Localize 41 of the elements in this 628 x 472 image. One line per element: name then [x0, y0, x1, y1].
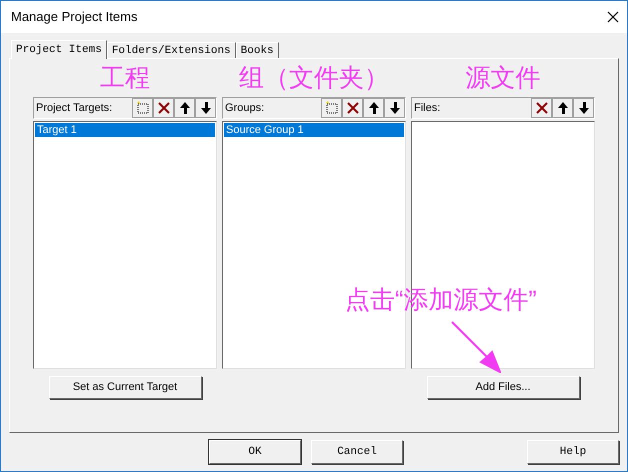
action-button[interactable]: Set as Current Target — [48, 376, 202, 398]
dialog-button[interactable]: Help — [527, 440, 619, 464]
arrow-up-icon — [556, 101, 568, 115]
action-button[interactable]: Add Files... — [426, 376, 580, 398]
toolbar-button[interactable] — [132, 98, 153, 118]
annotation-label: 源文件 — [466, 66, 540, 90]
list-label: Project Targets: — [36, 100, 112, 116]
annotation-label: 组（文件夹） — [239, 66, 389, 90]
window-title: Manage Project Items — [11, 8, 138, 26]
toolbar-button[interactable] — [384, 98, 405, 118]
toolbar-button[interactable] — [195, 98, 216, 118]
arrow-down-icon — [578, 101, 590, 115]
delete-icon — [534, 101, 548, 115]
dialog-button[interactable]: Cancel — [311, 440, 403, 464]
toolbar-button[interactable] — [174, 98, 195, 118]
tab[interactable]: Project Items — [11, 40, 107, 59]
arrow-down-icon — [388, 101, 400, 115]
toolbar-button[interactable] — [153, 98, 174, 118]
annotation-label: 工程 — [100, 66, 150, 90]
close-icon[interactable] — [607, 11, 619, 23]
list-item[interactable]: Source Group 1 — [224, 123, 404, 137]
arrow-down-icon — [200, 101, 212, 115]
toolbar-button[interactable] — [552, 98, 573, 118]
arrow-up-icon — [178, 101, 190, 115]
list-label: Files: — [414, 100, 440, 116]
tab[interactable]: Books — [236, 42, 279, 58]
dialog-button[interactable]: OK — [209, 440, 301, 464]
toolbar-button[interactable] — [321, 98, 342, 118]
list-item[interactable]: Target 1 — [35, 123, 215, 137]
callout-arrow — [451, 321, 501, 373]
toolbar-button[interactable] — [342, 98, 363, 118]
arrow-up-icon — [368, 101, 380, 115]
delete-icon — [346, 101, 360, 115]
toolbar-button[interactable] — [531, 98, 552, 118]
new-item-icon — [324, 101, 338, 115]
toolbar-button[interactable] — [573, 98, 594, 118]
toolbar-button[interactable] — [363, 98, 384, 118]
tab[interactable]: Folders/Extensions — [106, 42, 236, 58]
new-item-icon — [136, 101, 150, 115]
delete-icon — [156, 101, 170, 115]
list-label: Groups: — [225, 100, 264, 116]
